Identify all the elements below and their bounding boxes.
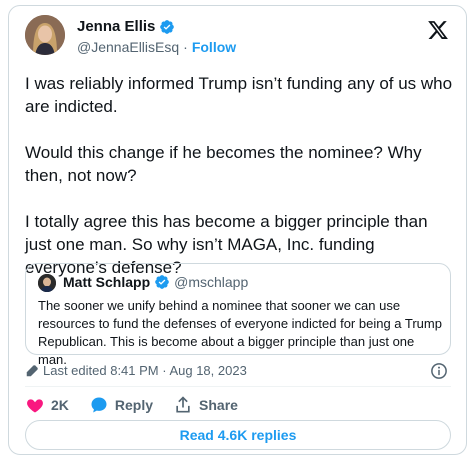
reply-button[interactable]: Reply	[89, 395, 153, 415]
quoted-text: The sooner we unify behind a nominee tha…	[38, 298, 442, 367]
reply-bubble-icon	[91, 397, 107, 413]
tweet-text: I was reliably informed Trump isn’t fund…	[25, 74, 453, 277]
quoted-author-handle: @mschlapp	[174, 274, 249, 290]
divider	[25, 386, 451, 387]
read-replies-button[interactable]: Read 4.6K replies	[25, 420, 451, 450]
info-icon[interactable]	[430, 362, 448, 380]
quoted-avatar	[38, 274, 56, 292]
share-button[interactable]: Share	[173, 395, 238, 415]
like-count: 2K	[51, 397, 69, 413]
author-name[interactable]: Jenna Ellis	[77, 18, 155, 35]
verified-badge-icon	[160, 19, 175, 34]
tweet-card: Jenna Ellis @JennaEllisEsq · Follow I wa…	[8, 5, 467, 455]
follow-button[interactable]: Follow	[192, 39, 236, 55]
avatar[interactable]	[25, 15, 65, 55]
heart-icon	[27, 399, 43, 413]
reply-label: Reply	[114, 397, 154, 413]
share-icon	[176, 396, 190, 413]
pencil-icon	[26, 364, 38, 376]
edited-timestamp[interactable]: Last edited 8:41 PM · Aug 18, 2023	[43, 363, 247, 378]
share-label: Share	[199, 397, 238, 413]
quoted-author-name: Matt Schlapp	[63, 274, 151, 290]
x-logo-icon[interactable]	[426, 19, 450, 41]
author-handle[interactable]: @JennaEllisEsq	[77, 39, 179, 55]
verified-badge-icon	[155, 275, 169, 289]
separator-dot: ·	[183, 39, 188, 55]
quoted-tweet[interactable]: Matt Schlapp @mschlapp The sooner we uni…	[25, 263, 451, 367]
like-button[interactable]: 2K	[25, 395, 69, 415]
